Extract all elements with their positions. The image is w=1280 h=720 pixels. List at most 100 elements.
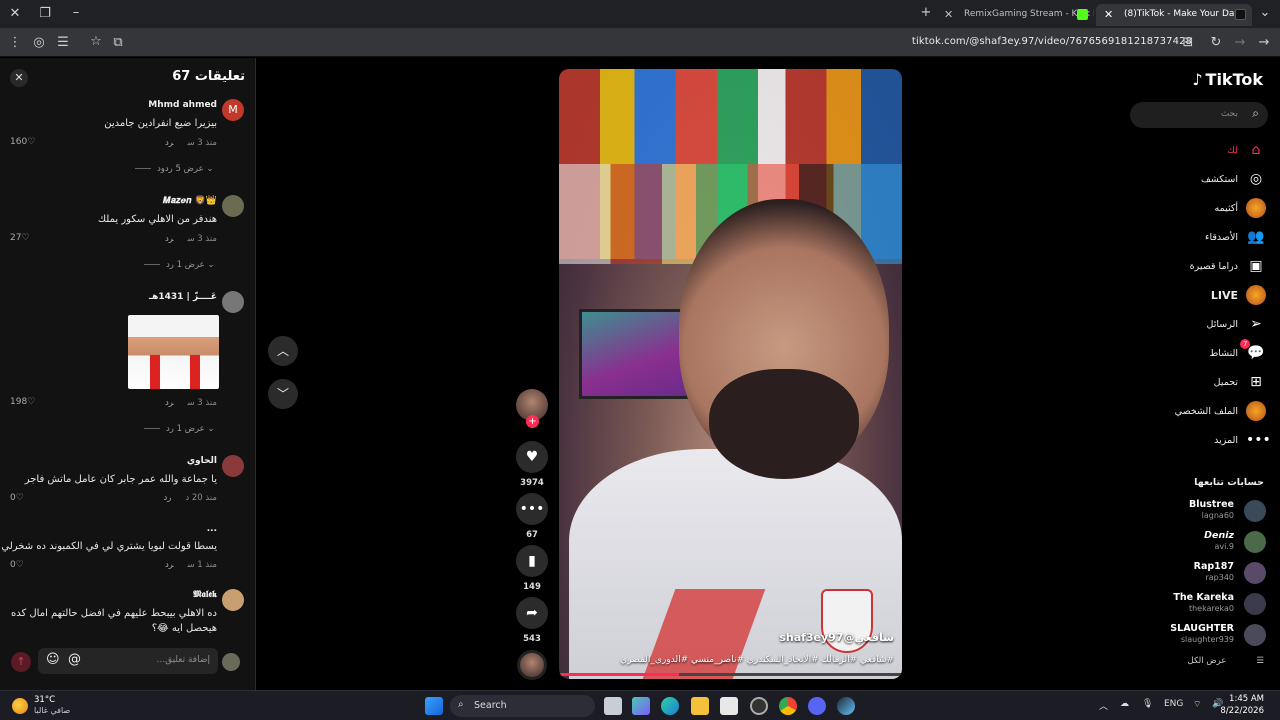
video-caption[interactable]: #شافعي #الزمالك #الاتحاد_السكندري #ناصر_… bbox=[620, 655, 894, 665]
comment-button[interactable]: ••• 67 bbox=[516, 493, 548, 540]
reply-button[interactable]: رد bbox=[165, 560, 173, 570]
language-indicator[interactable]: ENG bbox=[1164, 699, 1183, 709]
next-video-button[interactable]: ﹀ bbox=[268, 379, 298, 409]
task-view-icon[interactable] bbox=[604, 697, 622, 715]
file-explorer-icon[interactable] bbox=[691, 697, 709, 715]
tab-overflow-icon[interactable]: ⌄ bbox=[1257, 6, 1273, 20]
following-account[interactable]: 𝘿𝙚𝙣𝙞𝙯 avi.9 bbox=[1126, 529, 1266, 555]
tiktok-logo[interactable]: ♪ TikTok bbox=[1192, 70, 1263, 89]
comment-author[interactable]: Mhmd ahmed bbox=[148, 100, 217, 110]
tab-tiktok[interactable]: ✕ (8)TikTok - Make Your Day bbox=[1096, 4, 1252, 26]
comment-author[interactable]: 𝑴𝒂𝒛𝒆𝒏 🦁👑 bbox=[163, 196, 217, 206]
avatar[interactable] bbox=[222, 455, 244, 477]
avatar[interactable] bbox=[222, 589, 244, 611]
sidebar-item-home[interactable]: لك ⌂ bbox=[1227, 139, 1266, 161]
translate-icon[interactable]: ⧉ bbox=[110, 36, 126, 50]
show-all-button[interactable]: ☰ عرض الكل bbox=[1188, 656, 1264, 666]
edge-icon[interactable] bbox=[661, 697, 679, 715]
close-icon[interactable]: ✕ bbox=[10, 69, 28, 87]
back-icon[interactable]: → bbox=[1256, 36, 1272, 50]
new-tab-icon[interactable]: + bbox=[918, 6, 934, 20]
comment-author[interactable]: 𝕸𝖆𝖑𝖊𝖐 bbox=[193, 590, 217, 600]
taskbar-search[interactable]: ⌕ Search bbox=[450, 695, 595, 717]
reply-button[interactable]: رد bbox=[165, 398, 173, 408]
video-player[interactable]: شافعي@shaf3ey97 #شافعي #الزمالك #الاتحاد… bbox=[559, 69, 902, 679]
menu-dots-icon[interactable]: ⋮ bbox=[7, 36, 23, 50]
reload-icon[interactable]: ↻ bbox=[1208, 36, 1224, 50]
tune-icon[interactable]: ☰ bbox=[55, 36, 71, 50]
view-replies-button[interactable]: ⌄ عرض 1 رد bbox=[144, 260, 215, 270]
music-disc-icon[interactable] bbox=[517, 650, 547, 680]
address-bar-url[interactable]: tiktok.com/@shaf3ey.97/video/76765691812… bbox=[912, 36, 1192, 47]
tray-overflow-icon[interactable]: ︿ bbox=[1099, 699, 1108, 712]
weather-status[interactable]: صافي غالبا bbox=[34, 706, 70, 715]
comment-author[interactable]: الحاوي bbox=[187, 456, 217, 466]
steam-like-icon[interactable] bbox=[750, 697, 768, 715]
save-button[interactable]: ▮ 149 bbox=[516, 545, 548, 592]
emoji-icon[interactable]: ☺ bbox=[46, 652, 60, 667]
following-account[interactable]: The Kareka thekareka0 bbox=[1126, 591, 1266, 617]
close-window-icon[interactable]: ✕ bbox=[7, 7, 23, 21]
comment-author[interactable]: ... bbox=[207, 524, 217, 534]
following-account[interactable]: Rap187 rap340 bbox=[1126, 560, 1266, 586]
like-button[interactable]: ♥ 3974 bbox=[516, 441, 548, 488]
comment-image[interactable] bbox=[128, 315, 219, 389]
clock-time[interactable]: 1:45 AM bbox=[1229, 694, 1264, 704]
reply-button[interactable]: رد bbox=[165, 234, 173, 244]
forward-icon[interactable]: → bbox=[1232, 36, 1248, 50]
sidebar-item-friends[interactable]: الأصدقاء 👥 bbox=[1205, 226, 1266, 248]
microphone-icon[interactable]: 🎙 bbox=[1142, 699, 1153, 709]
sidebar-item-chat[interactable]: النشاط 💬 7 bbox=[1209, 339, 1266, 364]
site-info-icon[interactable]: ◎ bbox=[31, 36, 47, 50]
like-count[interactable]: 160♡ bbox=[10, 137, 35, 147]
mention-icon[interactable]: @ bbox=[68, 652, 81, 667]
sidebar-item-upload[interactable]: تحميل ⊞ bbox=[1214, 371, 1266, 393]
video-username[interactable]: شافعي@shaf3ey97 bbox=[779, 631, 894, 644]
tab-close-icon[interactable]: ✕ bbox=[944, 8, 953, 21]
install-app-icon[interactable]: ⊟ bbox=[1180, 36, 1196, 50]
video-progress-bar[interactable] bbox=[559, 673, 902, 676]
discord-icon[interactable] bbox=[808, 697, 826, 715]
chrome-icon[interactable] bbox=[779, 697, 797, 715]
tab-close-icon[interactable]: ✕ bbox=[1104, 8, 1113, 21]
network-icon[interactable]: ⌔ bbox=[1193, 699, 1201, 710]
reply-button[interactable]: رد bbox=[165, 138, 173, 148]
following-account[interactable]: SLAUGHTER slaughter939 bbox=[1126, 622, 1266, 648]
sidebar-item-send[interactable]: الرسائل ➢ bbox=[1207, 313, 1266, 335]
sidebar-item-avatar[interactable]: أكثيمه bbox=[1215, 197, 1266, 219]
following-account[interactable]: Blustree lagna60 bbox=[1126, 498, 1266, 524]
windows-start-icon[interactable] bbox=[425, 697, 443, 715]
sidebar-item-live[interactable]: LIVE bbox=[1211, 284, 1266, 306]
cloud-icon[interactable]: ☁ bbox=[1120, 699, 1129, 709]
clock-date[interactable]: 8/22/2026 bbox=[1220, 706, 1264, 716]
follow-plus-icon[interactable]: + bbox=[526, 415, 539, 428]
sidebar-item-more[interactable]: المزيد ••• bbox=[1214, 429, 1271, 451]
comment-author[interactable]: عَــــزّ | 1431هـ bbox=[149, 292, 217, 302]
view-replies-button[interactable]: ⌄ عرض 1 رد bbox=[144, 424, 215, 434]
avatar[interactable] bbox=[222, 291, 244, 313]
minimize-window-icon[interactable]: – bbox=[68, 6, 84, 20]
sidebar-item-film[interactable]: دراما قصيرة ▣ bbox=[1190, 255, 1266, 277]
view-replies-button[interactable]: ⌄ عرض 5 ردود bbox=[135, 164, 213, 174]
restore-window-icon[interactable]: ❐ bbox=[37, 7, 53, 21]
store-icon[interactable] bbox=[720, 697, 738, 715]
like-count[interactable]: 0♡ bbox=[10, 560, 24, 570]
like-count[interactable]: 27♡ bbox=[10, 233, 30, 243]
avatar[interactable]: M bbox=[222, 99, 244, 121]
reply-button[interactable]: رد bbox=[163, 493, 171, 503]
widgets-icon[interactable] bbox=[632, 697, 650, 715]
sidebar-item-compass[interactable]: استكشف ◎ bbox=[1201, 168, 1266, 190]
share-button[interactable]: ➦ 543 bbox=[516, 597, 548, 644]
search-input[interactable]: بحث ⌕ bbox=[1130, 102, 1268, 128]
like-count[interactable]: 0♡ bbox=[10, 493, 24, 503]
sidebar-item-profile[interactable]: الملف الشخصي bbox=[1175, 400, 1266, 422]
avatar[interactable] bbox=[222, 195, 244, 217]
like-count[interactable]: 198♡ bbox=[10, 397, 35, 407]
send-comment-button[interactable]: ↑ bbox=[11, 652, 31, 672]
tab-kick[interactable]: ✕ RemixGaming Stream - Kick Da bbox=[936, 4, 1094, 26]
weather-temp[interactable]: 31°C bbox=[34, 695, 55, 705]
bookmark-star-icon[interactable]: ☆ bbox=[88, 35, 104, 49]
steam-icon[interactable] bbox=[837, 697, 855, 715]
comment-input[interactable]: إضافة تعليق... ☺ @ bbox=[38, 648, 218, 674]
weather-sun-icon[interactable] bbox=[12, 698, 28, 714]
